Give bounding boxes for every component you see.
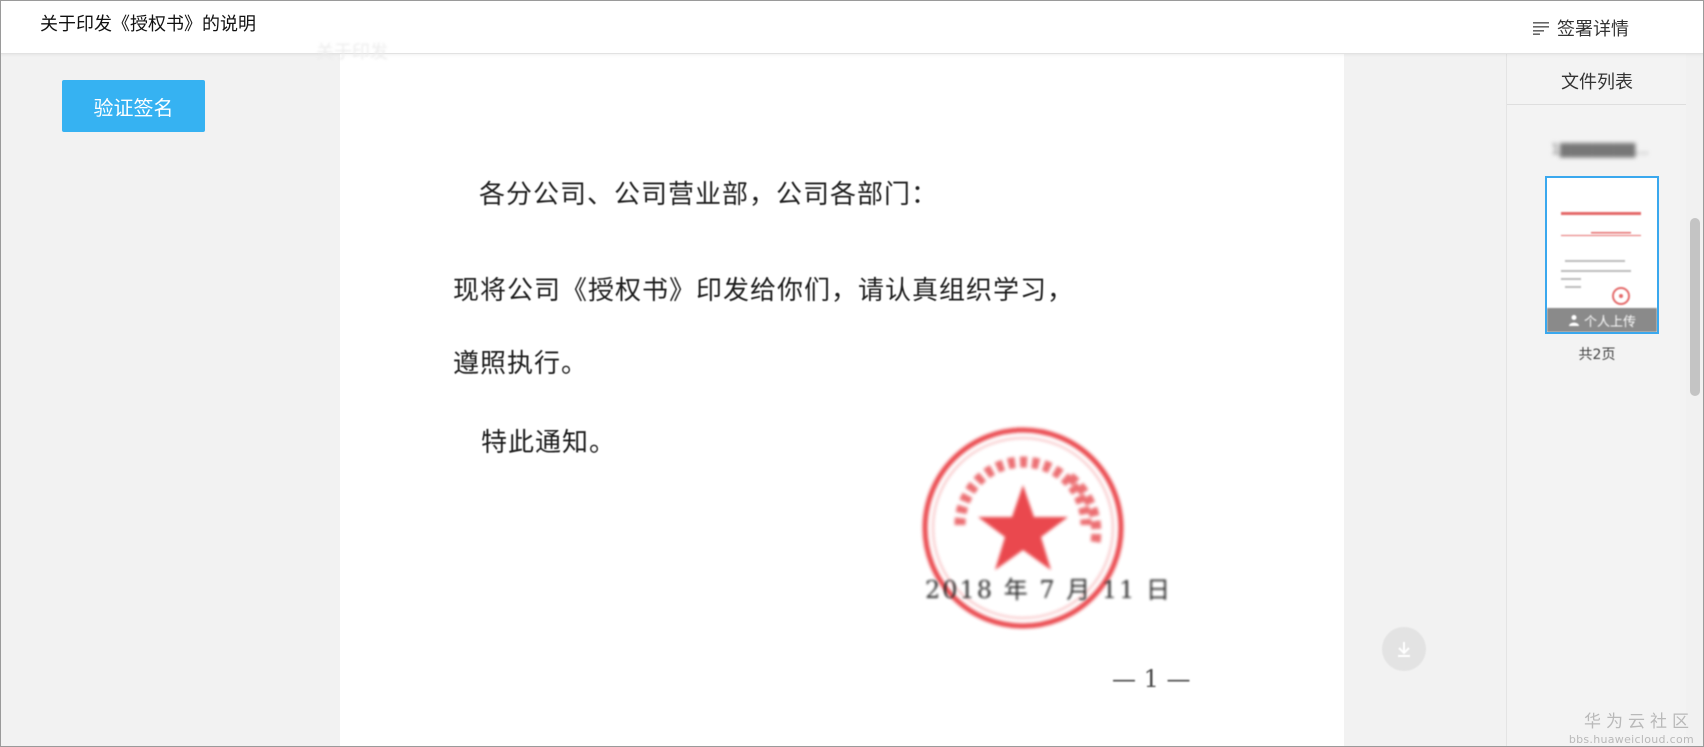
ghost-title-text: 关于印发 <box>316 42 388 63</box>
doc-body-line-2: 遵照执行。 <box>453 349 589 379</box>
panel-divider <box>1507 104 1687 105</box>
page-number: — 1 — <box>1112 665 1191 693</box>
star-icon <box>978 485 1068 570</box>
page-count: 共2页 <box>1578 347 1616 363</box>
download-button[interactable] <box>1382 627 1426 671</box>
doc-body-line-1: 现将公司《授权书》印发给你们，请认真组织学习， <box>453 276 1075 306</box>
document-page <box>340 54 1344 747</box>
file-name: 1▇▇▇▇▇▇▇... <box>1551 142 1649 158</box>
list-lines-icon <box>1533 21 1549 35</box>
top-bar: 关于印发《授权书》的说明 签署详情 <box>0 0 1704 54</box>
verify-signature-button[interactable]: 验证签名 <box>62 80 205 132</box>
file-thumbnail[interactable]: 个人上传 <box>1545 176 1659 334</box>
file-list-title: 文件列表 <box>1561 72 1633 93</box>
user-icon <box>1568 315 1579 326</box>
file-list-panel: 文件列表 1▇▇▇▇▇▇▇... 个人上传 共2页 <box>1506 54 1687 747</box>
watermark-url: bbs.huaweicloud.com <box>1568 733 1694 746</box>
scrollbar[interactable] <box>1686 54 1704 747</box>
sign-details-button[interactable]: 签署详情 <box>1533 15 1629 41</box>
thumbnail-badge: 个人上传 <box>1547 308 1657 332</box>
thumbnail-badge-label: 个人上传 <box>1583 314 1636 330</box>
download-icon <box>1398 642 1410 657</box>
sign-details-label: 签署详情 <box>1557 19 1629 40</box>
document-date: 2018 年 7 月 11 日 <box>925 576 1173 604</box>
doc-notice: 特此通知。 <box>481 428 617 458</box>
watermark: 华为云社区 bbs.huaweicloud.com <box>1569 707 1694 746</box>
scrollbar-thumb[interactable] <box>1690 218 1700 396</box>
doc-salutation: 各分公司、公司营业部，公司各部门： <box>479 180 939 210</box>
document-title: 关于印发《授权书》的说明 <box>40 14 256 35</box>
watermark-brand: 华为云社区 <box>1584 712 1694 732</box>
